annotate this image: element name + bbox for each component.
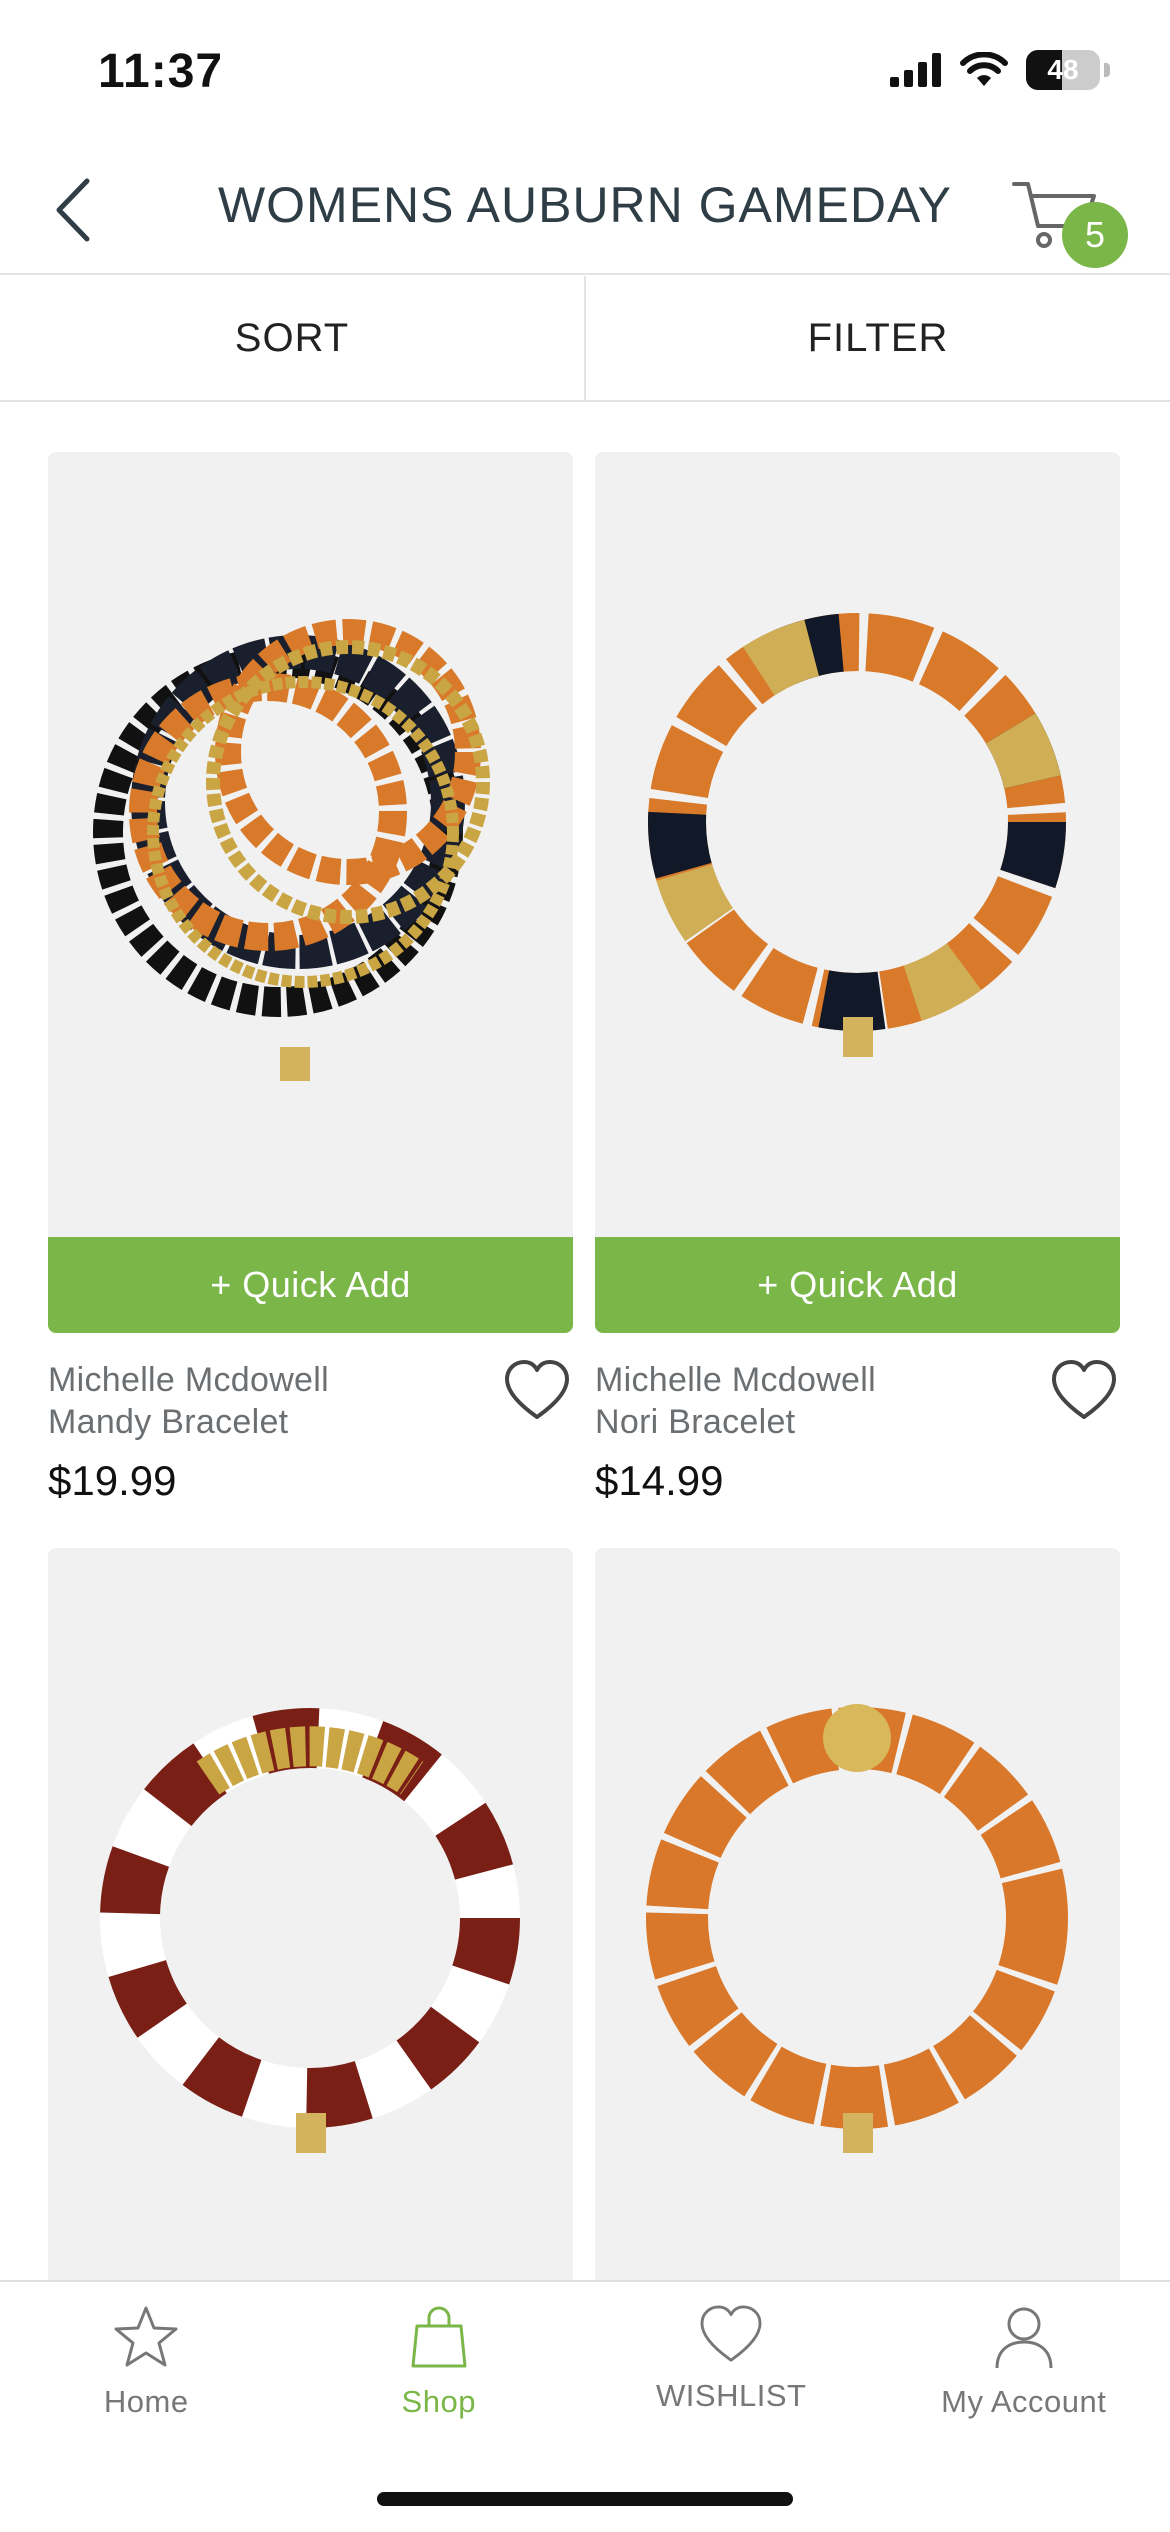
shopping-bag-icon: [411, 2306, 467, 2368]
product-grid: + Quick Add Michelle Mcdowell Mandy Brac…: [48, 452, 1120, 2333]
product-card[interactable]: + Quick Add Michelle Mcdowell Nori Brace…: [595, 452, 1120, 1504]
sort-filter-bar: SORT FILTER: [0, 276, 1170, 402]
bracelet-stack-image: [93, 619, 490, 1081]
battery-tip: [1104, 63, 1110, 77]
home-indicator[interactable]: [377, 2492, 793, 2506]
user-icon: [995, 2307, 1053, 2369]
status-bar: 11:37 48: [0, 0, 1170, 140]
tab-wishlist[interactable]: WISHLIST: [585, 2282, 878, 2452]
tab-my-account-label: My Account: [941, 2384, 1107, 2419]
product-price: $14.99: [595, 1457, 724, 1504]
heart-icon: [505, 1360, 569, 1419]
product-info: Michelle Mcdowell Mandy Bracelet $19.99: [48, 1333, 573, 1504]
cart-count-badge: 5: [1062, 202, 1128, 268]
product-brand[interactable]: Michelle Mcdowell: [48, 1359, 573, 1401]
maroon-white-bracelet-image: [100, 1708, 520, 2153]
wishlist-button[interactable]: [503, 1359, 573, 1423]
tab-my-account[interactable]: My Account: [878, 2282, 1170, 2452]
quick-add-button[interactable]: + Quick Add: [48, 1237, 573, 1333]
product-card[interactable]: [595, 1548, 1120, 2333]
page-title: WOMENS AUBURN GAMEDAY: [217, 177, 953, 233]
product-image[interactable]: [48, 1548, 573, 2333]
tab-shop[interactable]: Shop: [293, 2282, 586, 2452]
product-card[interactable]: [48, 1548, 573, 2333]
cart-button[interactable]: 5: [1010, 170, 1130, 280]
heart-icon: [700, 2305, 762, 2362]
heart-icon: [1052, 1360, 1116, 1419]
battery-icon: 48: [1026, 50, 1100, 90]
product-brand[interactable]: Michelle Mcdowell: [595, 1359, 1120, 1401]
tab-shop-label: Shop: [401, 2384, 476, 2419]
wifi-icon: [960, 52, 1008, 86]
tab-wishlist-label: WISHLIST: [656, 2378, 807, 2413]
status-icons: 48: [890, 50, 1110, 90]
battery-level: 48: [1047, 54, 1079, 85]
product-price: $19.99: [48, 1457, 177, 1504]
chevron-left-icon: [56, 178, 90, 242]
wishlist-button[interactable]: [1050, 1359, 1120, 1423]
product-name[interactable]: Mandy Bracelet: [48, 1401, 573, 1443]
cellular-signal-icon: [890, 53, 941, 87]
header: WOMENS AUBURN GAMEDAY 5: [0, 140, 1170, 275]
product-image[interactable]: [595, 1548, 1120, 2333]
quick-add-button[interactable]: + Quick Add: [595, 1237, 1120, 1333]
tab-home-label: Home: [103, 2384, 189, 2419]
filter-button[interactable]: FILTER: [584, 276, 1170, 400]
orange-bracelet-image: [646, 1704, 1068, 2153]
product-info: Michelle Mcdowell Nori Bracelet $14.99: [595, 1333, 1120, 1504]
star-icon: [114, 2306, 178, 2367]
back-button[interactable]: [38, 170, 108, 250]
status-time: 11:37: [98, 45, 224, 98]
product-name[interactable]: Nori Bracelet: [595, 1401, 1120, 1443]
sort-button[interactable]: SORT: [0, 276, 584, 400]
nori-bracelet-image: [648, 613, 1066, 1057]
product-card[interactable]: + Quick Add Michelle Mcdowell Mandy Brac…: [48, 452, 573, 1504]
tab-home[interactable]: Home: [0, 2282, 293, 2452]
product-image[interactable]: [48, 452, 573, 1237]
product-image[interactable]: [595, 452, 1120, 1237]
